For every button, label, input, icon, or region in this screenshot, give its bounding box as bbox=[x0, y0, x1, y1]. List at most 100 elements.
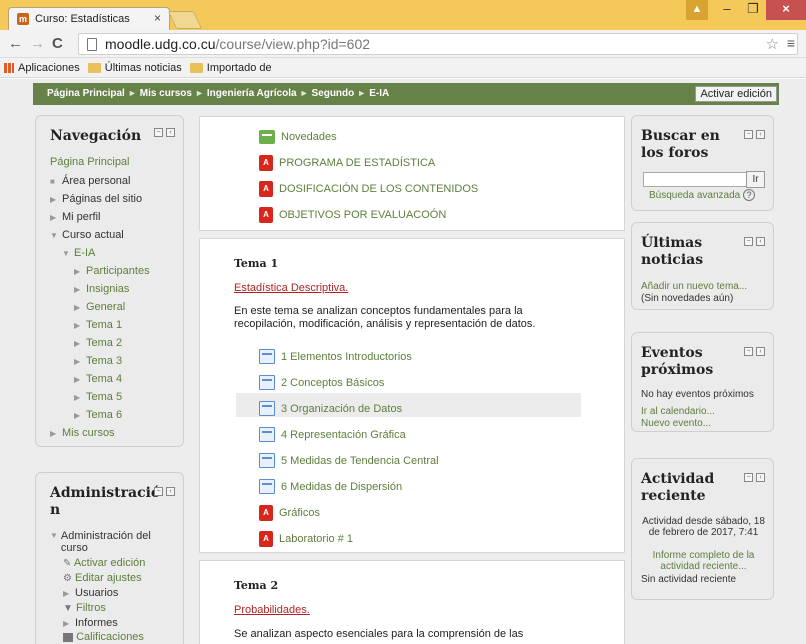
breadcrumb-category[interactable]: Ingeniería Agrícola bbox=[207, 88, 297, 99]
breadcrumb-course[interactable]: E-IA bbox=[369, 88, 389, 99]
resource-page[interactable]: 2 Conceptos Básicos bbox=[259, 375, 384, 390]
turn-editing-on-button[interactable]: Activar edición bbox=[695, 86, 777, 102]
nav-home-link[interactable]: Página Principal bbox=[50, 156, 130, 168]
admin-item-editing[interactable]: ✎ Activar edición bbox=[63, 557, 145, 569]
admin-item-settings[interactable]: ⚙ Editar ajustes bbox=[63, 572, 142, 584]
bookmark-label: Importado desde Firefox bbox=[206, 61, 271, 74]
resource-page[interactable]: 5 Medidas de Tendencia Central bbox=[259, 453, 439, 468]
filter-icon: ▼ bbox=[63, 603, 73, 614]
new-tab-button[interactable] bbox=[167, 11, 203, 29]
breadcrumb-year[interactable]: Segundo bbox=[311, 88, 354, 99]
url-text[interactable]: moodle.udg.co.cu/course/view.php?id=602 bbox=[105, 36, 370, 52]
block-controls: − ‹ bbox=[151, 487, 175, 496]
collapse-icon[interactable]: ‹ bbox=[166, 128, 175, 137]
nav-item[interactable]: ▶ Participantes bbox=[50, 262, 180, 280]
bookmark-news[interactable]: Últimas noticias bbox=[87, 62, 182, 74]
advanced-search-link[interactable]: Búsqueda avanzada bbox=[649, 190, 740, 201]
nav-item-label: Tema 3 bbox=[86, 355, 123, 367]
help-icon[interactable]: ? bbox=[742, 189, 755, 201]
breadcrumb-home[interactable]: Página Principal bbox=[47, 88, 125, 99]
admin-item-grades[interactable]: Calificaciones bbox=[63, 631, 144, 643]
resource-page[interactable]: 6 Medidas de Dispersión bbox=[259, 479, 402, 494]
folder-icon bbox=[189, 62, 203, 73]
collapse-icon[interactable]: ‹ bbox=[756, 130, 765, 139]
resource-label: Novedades bbox=[281, 131, 337, 143]
no-news-text: (Sin novedades aún) bbox=[641, 293, 734, 304]
forward-arrow-icon[interactable]: → bbox=[30, 35, 45, 52]
search-input[interactable] bbox=[643, 172, 747, 187]
bookmark-apps[interactable]: Aplicaciones bbox=[4, 62, 80, 74]
dock-icon[interactable]: − bbox=[744, 237, 753, 246]
minimize-button[interactable]: – bbox=[714, 0, 740, 20]
nav-item[interactable]: ▶ Tema 3 bbox=[50, 352, 180, 370]
resource-page[interactable]: 3 Organización de Datos bbox=[259, 401, 402, 416]
reload-icon[interactable]: C bbox=[52, 35, 63, 52]
collapse-icon[interactable]: ‹ bbox=[756, 237, 765, 246]
chrome-menu-icon[interactable]: ≡ bbox=[787, 35, 795, 51]
nav-item[interactable]: ▶ Páginas del sitio bbox=[50, 190, 180, 208]
collapse-icon[interactable]: ‹ bbox=[756, 473, 765, 482]
nav-item[interactable]: ▼ E-IA bbox=[50, 244, 180, 262]
nav-item[interactable]: ■ Área personal bbox=[50, 172, 180, 190]
dock-icon[interactable]: − bbox=[744, 473, 753, 482]
back-arrow-icon[interactable]: ← bbox=[8, 35, 23, 52]
new-event-link[interactable]: Nuevo evento... bbox=[641, 418, 711, 429]
resource-pdf[interactable]: A OBJETIVOS POR EVALUACOÓN bbox=[259, 207, 446, 223]
block-title: Eventos próximos bbox=[641, 345, 714, 378]
search-forums-block: Buscar en los foros − ‹ Ir Búsqueda avanz… bbox=[631, 115, 774, 211]
dock-icon[interactable]: − bbox=[154, 487, 163, 496]
collapse-icon[interactable]: ‹ bbox=[756, 347, 765, 356]
admin-course-section[interactable]: ▼ Administración del curso bbox=[50, 530, 170, 554]
browser-tab[interactable]: m Curso: Estadísticas × bbox=[8, 7, 170, 30]
resource-page[interactable]: 1 Elementos Introductorios bbox=[259, 349, 412, 364]
tab-close-icon[interactable]: × bbox=[154, 11, 161, 25]
nav-item[interactable]: ▶ Mi perfil bbox=[50, 208, 180, 226]
breadcrumb-mycourses[interactable]: Mis cursos bbox=[140, 88, 192, 99]
page-icon bbox=[259, 375, 275, 390]
search-go-button[interactable]: Ir bbox=[746, 171, 765, 188]
collapsed-triangle-icon: ▶ bbox=[74, 339, 81, 348]
block-controls: − ‹ bbox=[741, 347, 765, 356]
nav-item[interactable]: ▶ Tema 5 bbox=[50, 388, 180, 406]
resource-label: 2 Conceptos Básicos bbox=[281, 376, 385, 389]
resource-pdf[interactable]: A Gráficos bbox=[259, 505, 320, 521]
bookmark-star-icon[interactable]: ☆ bbox=[766, 35, 779, 53]
nav-item[interactable]: ▶ General bbox=[50, 298, 180, 316]
nav-item-label: Tema 4 bbox=[86, 373, 123, 385]
nav-item[interactable]: ▶ Tema 2 bbox=[50, 334, 180, 352]
maximize-button[interactable]: ❐ bbox=[740, 0, 766, 20]
resource-page[interactable]: 4 Representación Gráfica bbox=[259, 427, 406, 442]
dock-icon[interactable]: − bbox=[744, 130, 753, 139]
nav-item[interactable]: ▶ Tema 1 bbox=[50, 316, 180, 334]
resource-forum[interactable]: Novedades bbox=[259, 130, 337, 144]
forum-icon bbox=[259, 130, 275, 144]
calendar-link[interactable]: Ir al calendario... bbox=[641, 406, 715, 417]
breadcrumb: Página Principal ► Mis cursos ► Ingeniería A… bbox=[47, 88, 389, 99]
close-button[interactable]: × bbox=[766, 0, 806, 20]
dock-icon[interactable]: − bbox=[744, 347, 753, 356]
page-icon bbox=[259, 349, 275, 364]
section-subtitle-link[interactable]: Probabilidades. bbox=[234, 604, 310, 616]
resource-pdf[interactable]: A PROGRAMA DE ESTADÍSTICA bbox=[259, 155, 435, 171]
admin-item-reports[interactable]: ▶ Informes bbox=[63, 617, 118, 629]
dock-icon[interactable]: − bbox=[154, 128, 163, 137]
full-report-link[interactable]: Informe completo de la actividad recient… bbox=[638, 550, 769, 572]
user-profile-icon[interactable]: ▲ bbox=[686, 0, 708, 20]
nav-item[interactable]: ▼ Curso actual bbox=[50, 226, 180, 244]
nav-item[interactable]: ▶ Tema 6 bbox=[50, 406, 180, 424]
bookmark-imported[interactable]: Importado desde Firefox bbox=[189, 61, 271, 74]
nav-item[interactable]: ▶ Tema 4 bbox=[50, 370, 180, 388]
resource-pdf[interactable]: A Laboratorio # 1 bbox=[259, 531, 353, 547]
resource-label: Gráficos bbox=[279, 507, 320, 519]
resource-pdf[interactable]: A DOSIFICACIÓN DE LOS CONTENIDOS bbox=[259, 181, 478, 197]
admin-item-filters[interactable]: ▼ Filtros bbox=[63, 602, 106, 614]
breadcrumb-separator: ► bbox=[299, 88, 309, 98]
add-topic-link[interactable]: Añadir un nuevo tema... bbox=[641, 281, 747, 292]
address-bar[interactable]: moodle.udg.co.cu/course/view.php?id=602 … bbox=[78, 33, 798, 55]
nav-item-label: Área personal bbox=[62, 175, 131, 187]
admin-item-users[interactable]: ▶ Usuarios bbox=[63, 587, 118, 599]
collapse-icon[interactable]: ‹ bbox=[166, 487, 175, 496]
section-subtitle-link[interactable]: Estadística Descriptiva. bbox=[234, 282, 348, 294]
nav-item[interactable]: ▶ Insignias bbox=[50, 280, 180, 298]
nav-item[interactable]: ▶ Mis cursos bbox=[50, 424, 180, 442]
